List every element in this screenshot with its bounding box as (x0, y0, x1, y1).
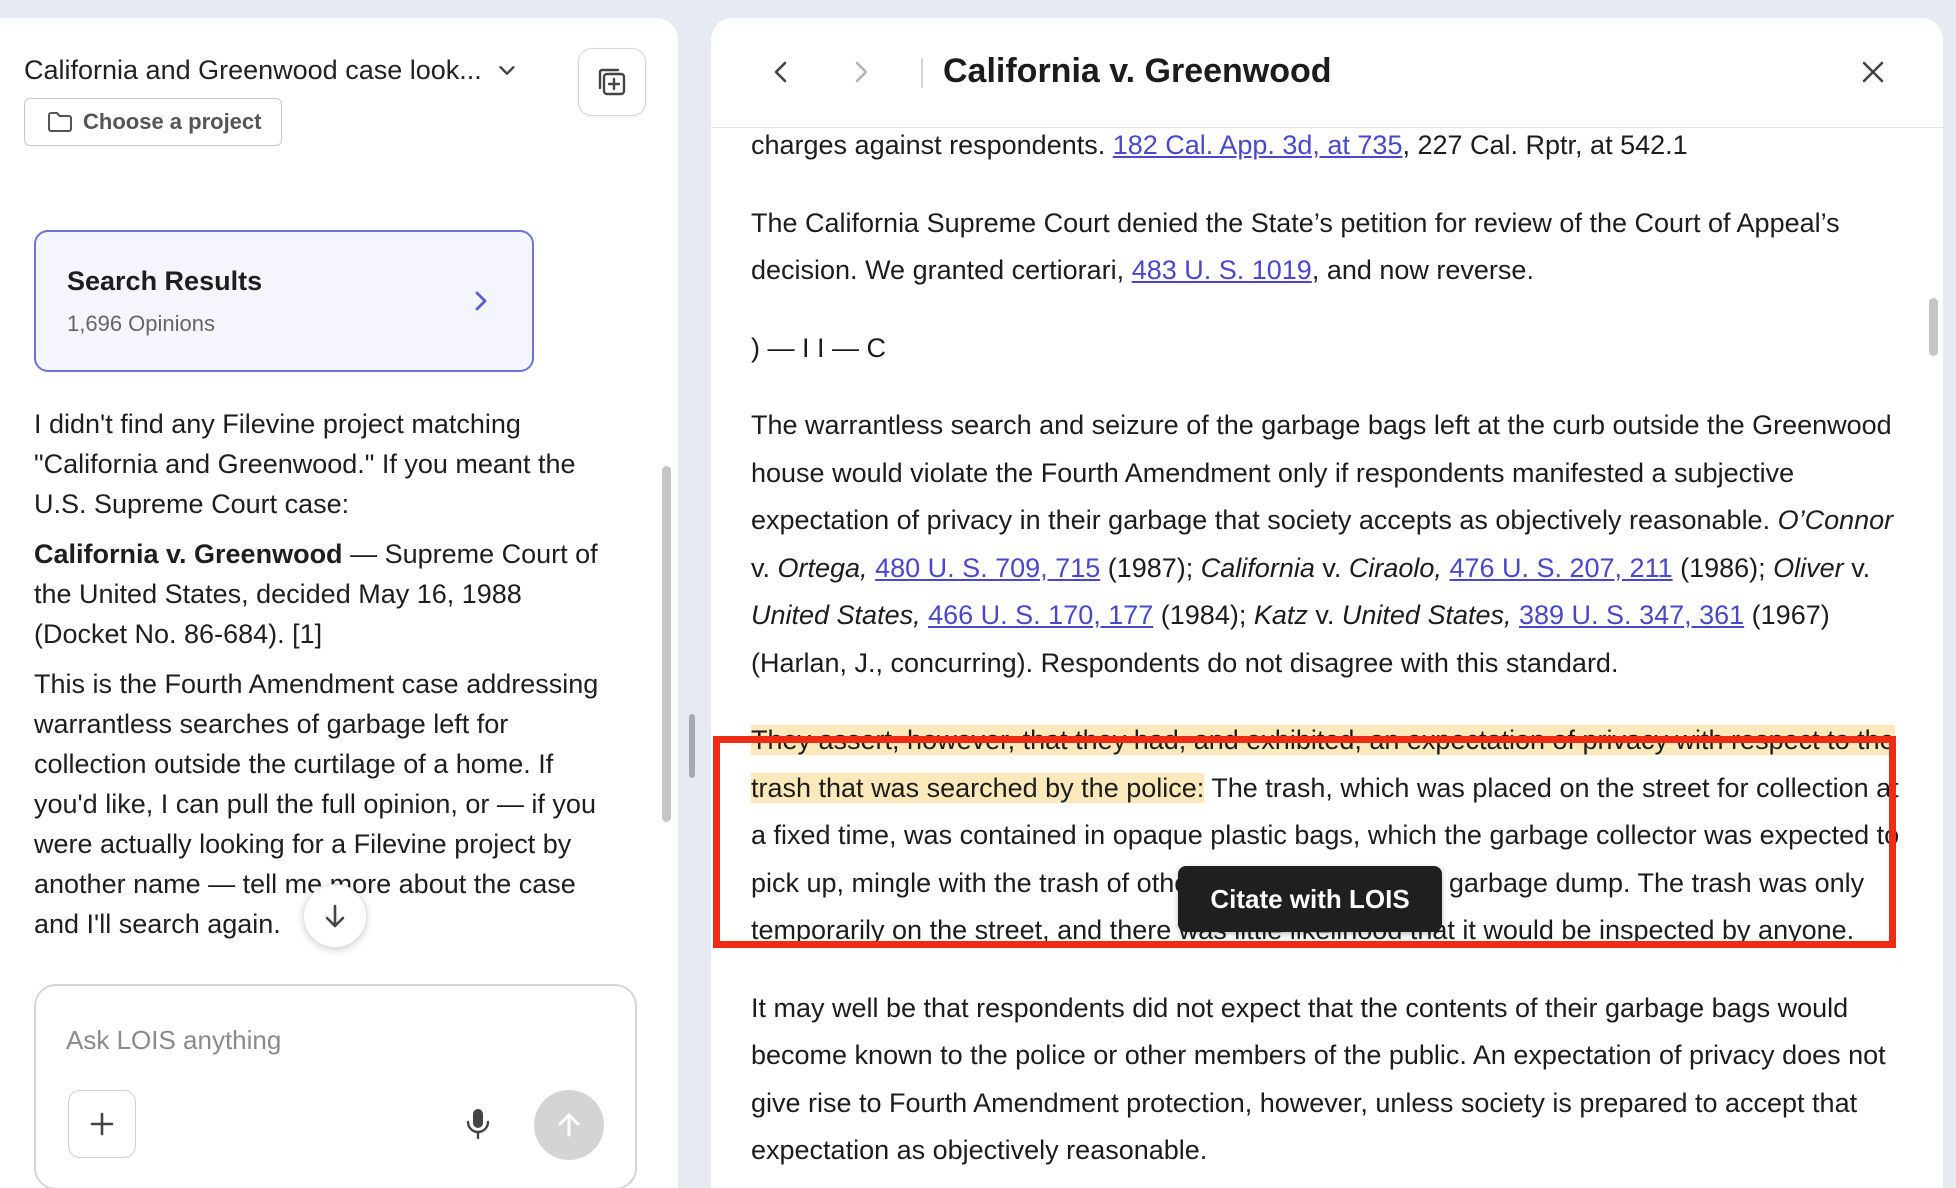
choose-project-label: Choose a project (83, 109, 262, 134)
plus-icon (90, 1112, 114, 1136)
document-scrollbar[interactable] (1929, 298, 1938, 356)
text-run: , 227 Cal. Rptr, at 542.1 (1402, 130, 1688, 160)
text-run: v. (1307, 600, 1342, 630)
document-body: charges against respondents. 182 Cal. Ap… (751, 122, 1901, 1188)
text-run (1511, 600, 1519, 630)
citation-link[interactable]: 182 Cal. App. 3d, at 735 (1113, 130, 1403, 160)
choose-project-button[interactable]: Choose a project (24, 98, 283, 146)
close-button[interactable] (1855, 54, 1891, 90)
microphone-icon (466, 1109, 490, 1140)
text-run (921, 600, 929, 630)
text-run: (1986); (1672, 552, 1774, 583)
citation-link[interactable]: 466 U. S. 170, 177 (928, 600, 1153, 630)
text-run: , and now reverse. (1311, 255, 1534, 285)
case-party: Katz (1253, 600, 1308, 630)
arrow-up-icon (558, 1113, 580, 1137)
document-paragraph: The warrantless search and seizure of th… (751, 402, 1901, 687)
document-paragraph: It may well be that respondents did not … (751, 992, 1886, 1166)
text-run: (1984); (1153, 600, 1254, 630)
document-header: California v. Greenwood (711, 18, 1943, 128)
chat-scrollbar[interactable] (662, 466, 671, 822)
citate-with-lois-button[interactable]: Citate with LOIS (1178, 866, 1442, 932)
search-results-title: Search Results (67, 266, 263, 296)
chevron-right-icon (855, 61, 868, 83)
text-run: v. (1314, 552, 1349, 583)
folder-icon (48, 112, 72, 132)
header-divider (921, 58, 923, 88)
text-run: v. (1843, 552, 1871, 583)
case-party: United States, (1341, 600, 1512, 630)
citation-link[interactable]: 389 U. S. 347, 361 (1519, 600, 1744, 630)
new-chat-button[interactable] (578, 48, 646, 116)
text-run: (1987); (1100, 552, 1201, 583)
add-attachment-button[interactable] (68, 1090, 136, 1158)
close-icon (1862, 61, 1884, 83)
chat-input[interactable] (66, 1020, 586, 1060)
send-button[interactable] (534, 1090, 604, 1160)
arrow-down-icon (325, 904, 345, 928)
citation-link[interactable]: 476 U. S. 207, 211 (1449, 553, 1672, 583)
text-run: charges against respondents. (751, 130, 1113, 160)
case-party: Ciraolo, (1348, 552, 1442, 583)
case-party: Ortega, (777, 552, 868, 583)
text-run: v. (751, 552, 778, 583)
citation-link[interactable]: 483 U. S. 1019 (1132, 255, 1312, 285)
back-button[interactable] (765, 56, 797, 88)
forward-button[interactable] (845, 56, 877, 88)
case-party: United States, (751, 600, 921, 630)
text-run (868, 553, 876, 583)
chevron-down-icon (499, 66, 515, 75)
scroll-to-bottom-button[interactable] (303, 884, 367, 948)
new-chat-icon (598, 68, 626, 96)
search-results-count: 1,696 Opinions (67, 311, 215, 336)
case-party: Oliver (1773, 552, 1844, 583)
panel-resize-handle[interactable] (689, 714, 695, 778)
voice-input-button[interactable] (458, 1104, 498, 1144)
message-paragraph: California v. Greenwood — Supreme Court … (34, 534, 618, 654)
search-results-card[interactable]: Search Results 1,696 Opinions (34, 230, 534, 372)
text-run: The warrantless search and seizure of th… (751, 410, 1892, 535)
document-paragraph: charges against respondents. 182 Cal. Ap… (751, 122, 1901, 170)
conversation-title: California and Greenwood case look... (24, 54, 482, 85)
document-viewer: California v. Greenwood charges against … (711, 18, 1943, 1188)
chevron-right-icon (475, 291, 487, 311)
section-heading: ) — I I — C (751, 332, 886, 363)
case-party: O’Connor (1777, 505, 1894, 535)
case-party: California (1200, 552, 1315, 583)
assistant-message: I didn't find any Filevine project match… (34, 404, 618, 944)
citation-link[interactable]: 480 U. S. 709, 715 (875, 553, 1100, 583)
chat-panel: California and Greenwood case look... Ch… (0, 18, 678, 1188)
case-name: California v. Greenwood (34, 539, 343, 569)
message-composer (34, 984, 637, 1188)
chevron-left-icon (774, 61, 787, 83)
conversation-title-dropdown[interactable]: California and Greenwood case look... (24, 52, 574, 88)
document-paragraph: The California Supreme Court denied the … (751, 200, 1901, 295)
document-title: California v. Greenwood (943, 52, 1332, 90)
message-paragraph: I didn't find any Filevine project match… (34, 409, 576, 519)
